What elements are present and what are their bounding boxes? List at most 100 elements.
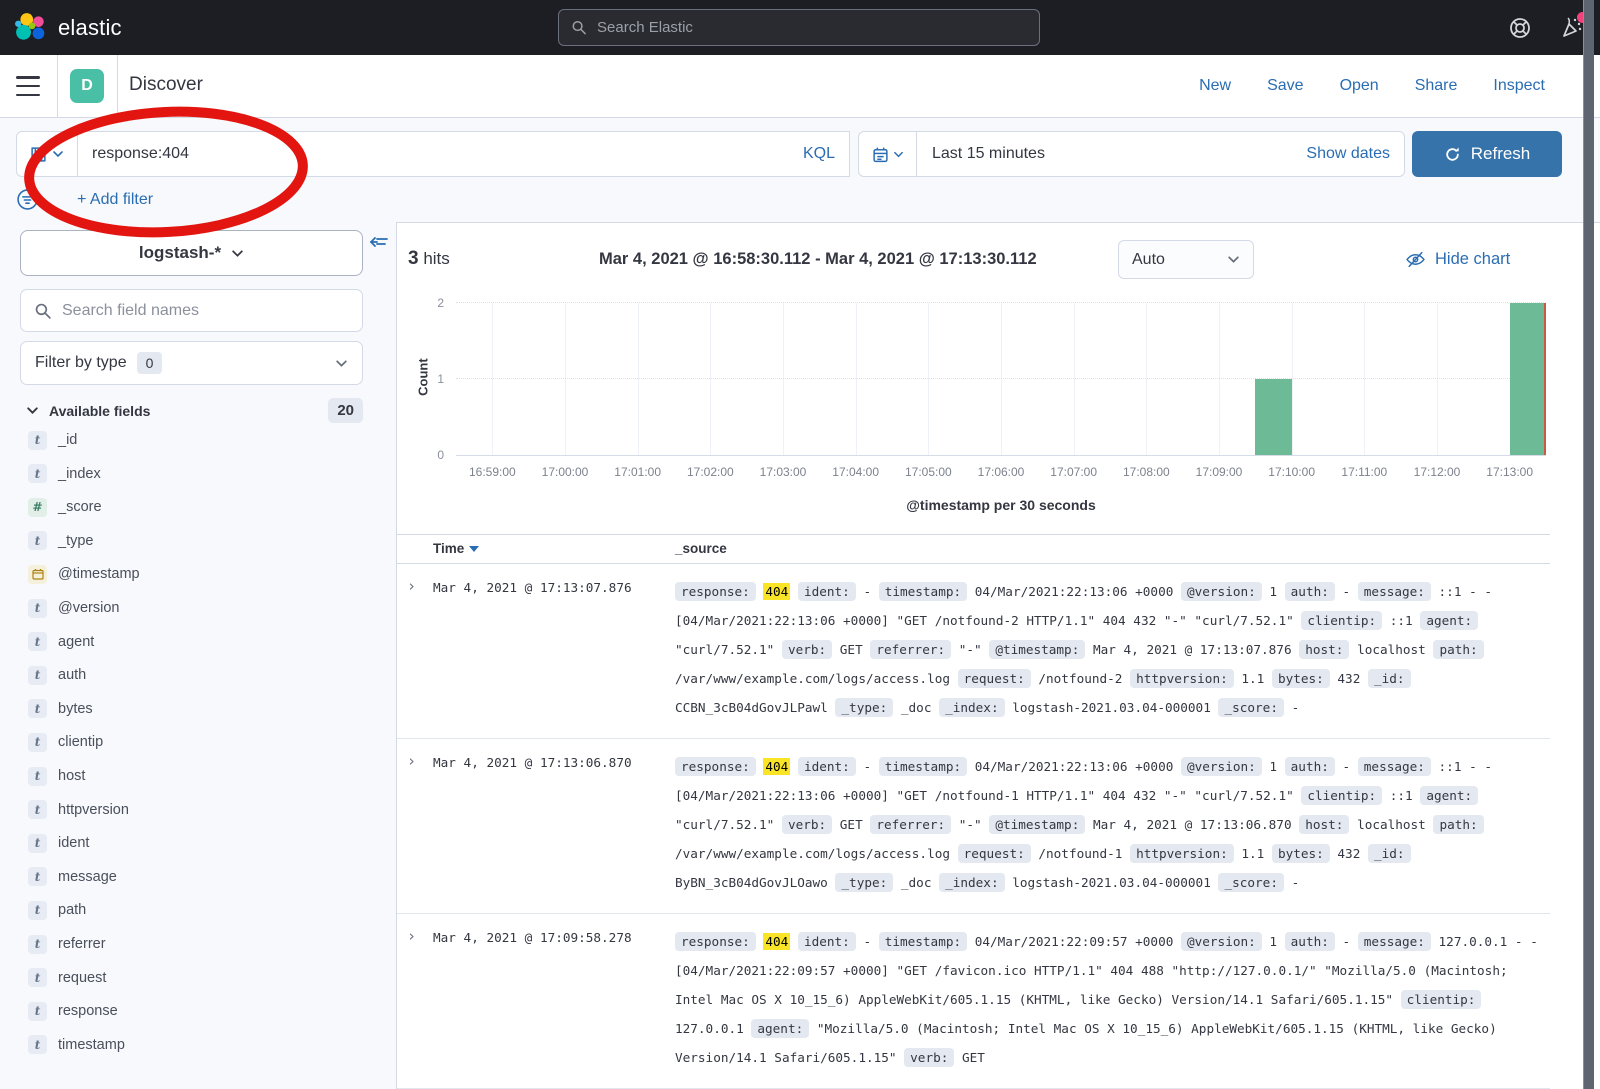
- expand-column: ›: [397, 927, 433, 1072]
- calendar-dropdown-button[interactable]: [859, 132, 917, 176]
- elastic-brand[interactable]: elastic: [14, 11, 122, 45]
- index-pattern-selector[interactable]: logstash-*: [20, 230, 363, 276]
- source-field-key: _type:: [835, 698, 893, 717]
- field-name-label: _score: [58, 499, 102, 515]
- doc-table-row: ›Mar 4, 2021 @ 17:13:07.876response: 404…: [397, 564, 1550, 739]
- sidebar-field-bytes[interactable]: tbytes: [28, 697, 93, 721]
- grid-line: [856, 303, 857, 455]
- histogram-chart[interactable]: Count @timestamp per 30 seconds 16:59:00…: [456, 303, 1546, 456]
- time-range-value[interactable]: Last 15 minutes: [932, 145, 1045, 163]
- hide-chart-link[interactable]: Hide chart: [1405, 249, 1510, 270]
- sidebar-field-id[interactable]: t_id: [28, 428, 77, 452]
- filter-by-type-dropdown[interactable]: Filter by type 0: [20, 341, 363, 385]
- add-filter-link[interactable]: + Add filter: [77, 191, 153, 209]
- saved-query-button[interactable]: [16, 131, 78, 177]
- field-name-label: httpversion: [58, 802, 129, 818]
- x-tick-label: 17:05:00: [905, 465, 952, 479]
- kql-language-button[interactable]: KQL: [803, 145, 835, 163]
- field-name-label: @timestamp: [58, 566, 140, 582]
- help-icon[interactable]: [1508, 16, 1532, 40]
- nav-action-save[interactable]: Save: [1267, 77, 1303, 95]
- grid-line: [1074, 303, 1075, 455]
- source-field-key: verb:: [904, 1048, 954, 1067]
- x-tick-label: 17:02:00: [687, 465, 734, 479]
- x-tick-label: 16:59:00: [469, 465, 516, 479]
- newsfeed-icon[interactable]: [1560, 16, 1584, 40]
- highlighted-value: 404: [763, 583, 790, 600]
- nav-action-share[interactable]: Share: [1415, 77, 1458, 95]
- y-tick-label: 2: [437, 296, 444, 310]
- query-bar: KQL: [78, 131, 850, 177]
- collapse-sidebar-icon[interactable]: [368, 234, 389, 252]
- x-tick-label: 17:12:00: [1414, 465, 1461, 479]
- sidebar-field-auth[interactable]: tauth: [28, 663, 86, 687]
- filter-count-badge: 0: [137, 352, 163, 374]
- filter-icon[interactable]: [16, 188, 39, 211]
- sidebar-field-request[interactable]: trequest: [28, 966, 106, 990]
- source-field-key: agent:: [1420, 611, 1478, 630]
- field-name-label: response: [58, 1003, 118, 1019]
- sidebar-field-ident[interactable]: tident: [28, 831, 89, 855]
- field-type-date-icon: [28, 565, 47, 584]
- x-tick-label: 17:03:00: [760, 465, 807, 479]
- chevron-down-icon: [231, 247, 244, 260]
- sidebar-field-message[interactable]: tmessage: [28, 865, 117, 889]
- sidebar-field-path[interactable]: tpath: [28, 898, 86, 922]
- source-field-key: _type:: [835, 873, 893, 892]
- field-type-t-icon: t: [28, 1035, 47, 1054]
- global-search-input[interactable]: [597, 19, 1027, 36]
- field-search-input[interactable]: [62, 302, 349, 320]
- grid-line: [456, 378, 1546, 379]
- source-field-key: @timestamp:: [989, 640, 1085, 659]
- save-query-icon: [30, 146, 47, 163]
- sidebar-field-response[interactable]: tresponse: [28, 999, 118, 1023]
- expand-row-icon[interactable]: ›: [407, 752, 416, 770]
- sidebar-field-referrer[interactable]: treferrer: [28, 932, 106, 956]
- doc-source: response: 404 ident: - timestamp: 04/Mar…: [675, 927, 1550, 1072]
- sidebar-field-host[interactable]: thost: [28, 764, 85, 788]
- main-content: 3 hits Mar 4, 2021 @ 16:58:30.112 - Mar …: [396, 222, 1600, 1089]
- available-fields-header[interactable]: Available fields 20: [26, 398, 366, 423]
- field-type-t-icon: t: [28, 632, 47, 651]
- x-tick-label: 17:13:00: [1486, 465, 1533, 479]
- source-field-key: _score:: [1218, 873, 1283, 892]
- source-field-key: referrer:: [870, 640, 951, 659]
- time-column-header[interactable]: Time: [433, 541, 479, 556]
- menu-icon[interactable]: [16, 76, 40, 96]
- sidebar-field-index[interactable]: t_index: [28, 462, 101, 486]
- x-tick-label: 17:11:00: [1341, 465, 1387, 479]
- source-field-key: request:: [958, 844, 1031, 863]
- field-name-label: _id: [58, 432, 77, 448]
- scrollbar[interactable]: [1583, 0, 1594, 1089]
- field-type-t-icon: t: [28, 464, 47, 483]
- nav-action-new[interactable]: New: [1199, 77, 1231, 95]
- sidebar-field-timestamp[interactable]: @timestamp: [28, 562, 140, 586]
- global-search-box[interactable]: [558, 9, 1040, 46]
- app-nav-bar: D Discover NewSaveOpenShareInspect: [0, 55, 1600, 118]
- grid-line: [1219, 303, 1220, 455]
- sidebar-field-score[interactable]: #_score: [28, 495, 102, 519]
- sidebar-field-version[interactable]: t@version: [28, 596, 119, 620]
- x-axis-title: @timestamp per 30 seconds: [456, 497, 1546, 513]
- nav-action-open[interactable]: Open: [1340, 77, 1379, 95]
- sidebar-field-agent[interactable]: tagent: [28, 630, 94, 654]
- histogram-bar[interactable]: [1510, 303, 1546, 455]
- query-input[interactable]: [92, 145, 803, 163]
- nav-action-inspect[interactable]: Inspect: [1493, 77, 1545, 95]
- histogram-bar[interactable]: [1255, 379, 1291, 455]
- field-name-label: _type: [58, 533, 93, 549]
- doc-time: Mar 4, 2021 @ 17:09:58.278: [433, 927, 675, 1072]
- interval-select[interactable]: Auto: [1118, 240, 1254, 279]
- discover-app-badge[interactable]: D: [70, 69, 104, 103]
- sidebar-field-type[interactable]: t_type: [28, 529, 93, 553]
- sort-descending-icon: [469, 546, 479, 552]
- source-field-key: bytes:: [1272, 844, 1330, 863]
- sidebar-field-timestamp[interactable]: ttimestamp: [28, 1033, 125, 1057]
- expand-row-icon[interactable]: ›: [407, 927, 416, 945]
- refresh-button[interactable]: Refresh: [1412, 131, 1562, 177]
- expand-row-icon[interactable]: ›: [407, 577, 416, 595]
- sidebar-field-clientip[interactable]: tclientip: [28, 730, 103, 754]
- show-dates-link[interactable]: Show dates: [1306, 145, 1390, 163]
- sidebar-field-httpversion[interactable]: thttpversion: [28, 798, 129, 822]
- grid-line: [492, 303, 493, 455]
